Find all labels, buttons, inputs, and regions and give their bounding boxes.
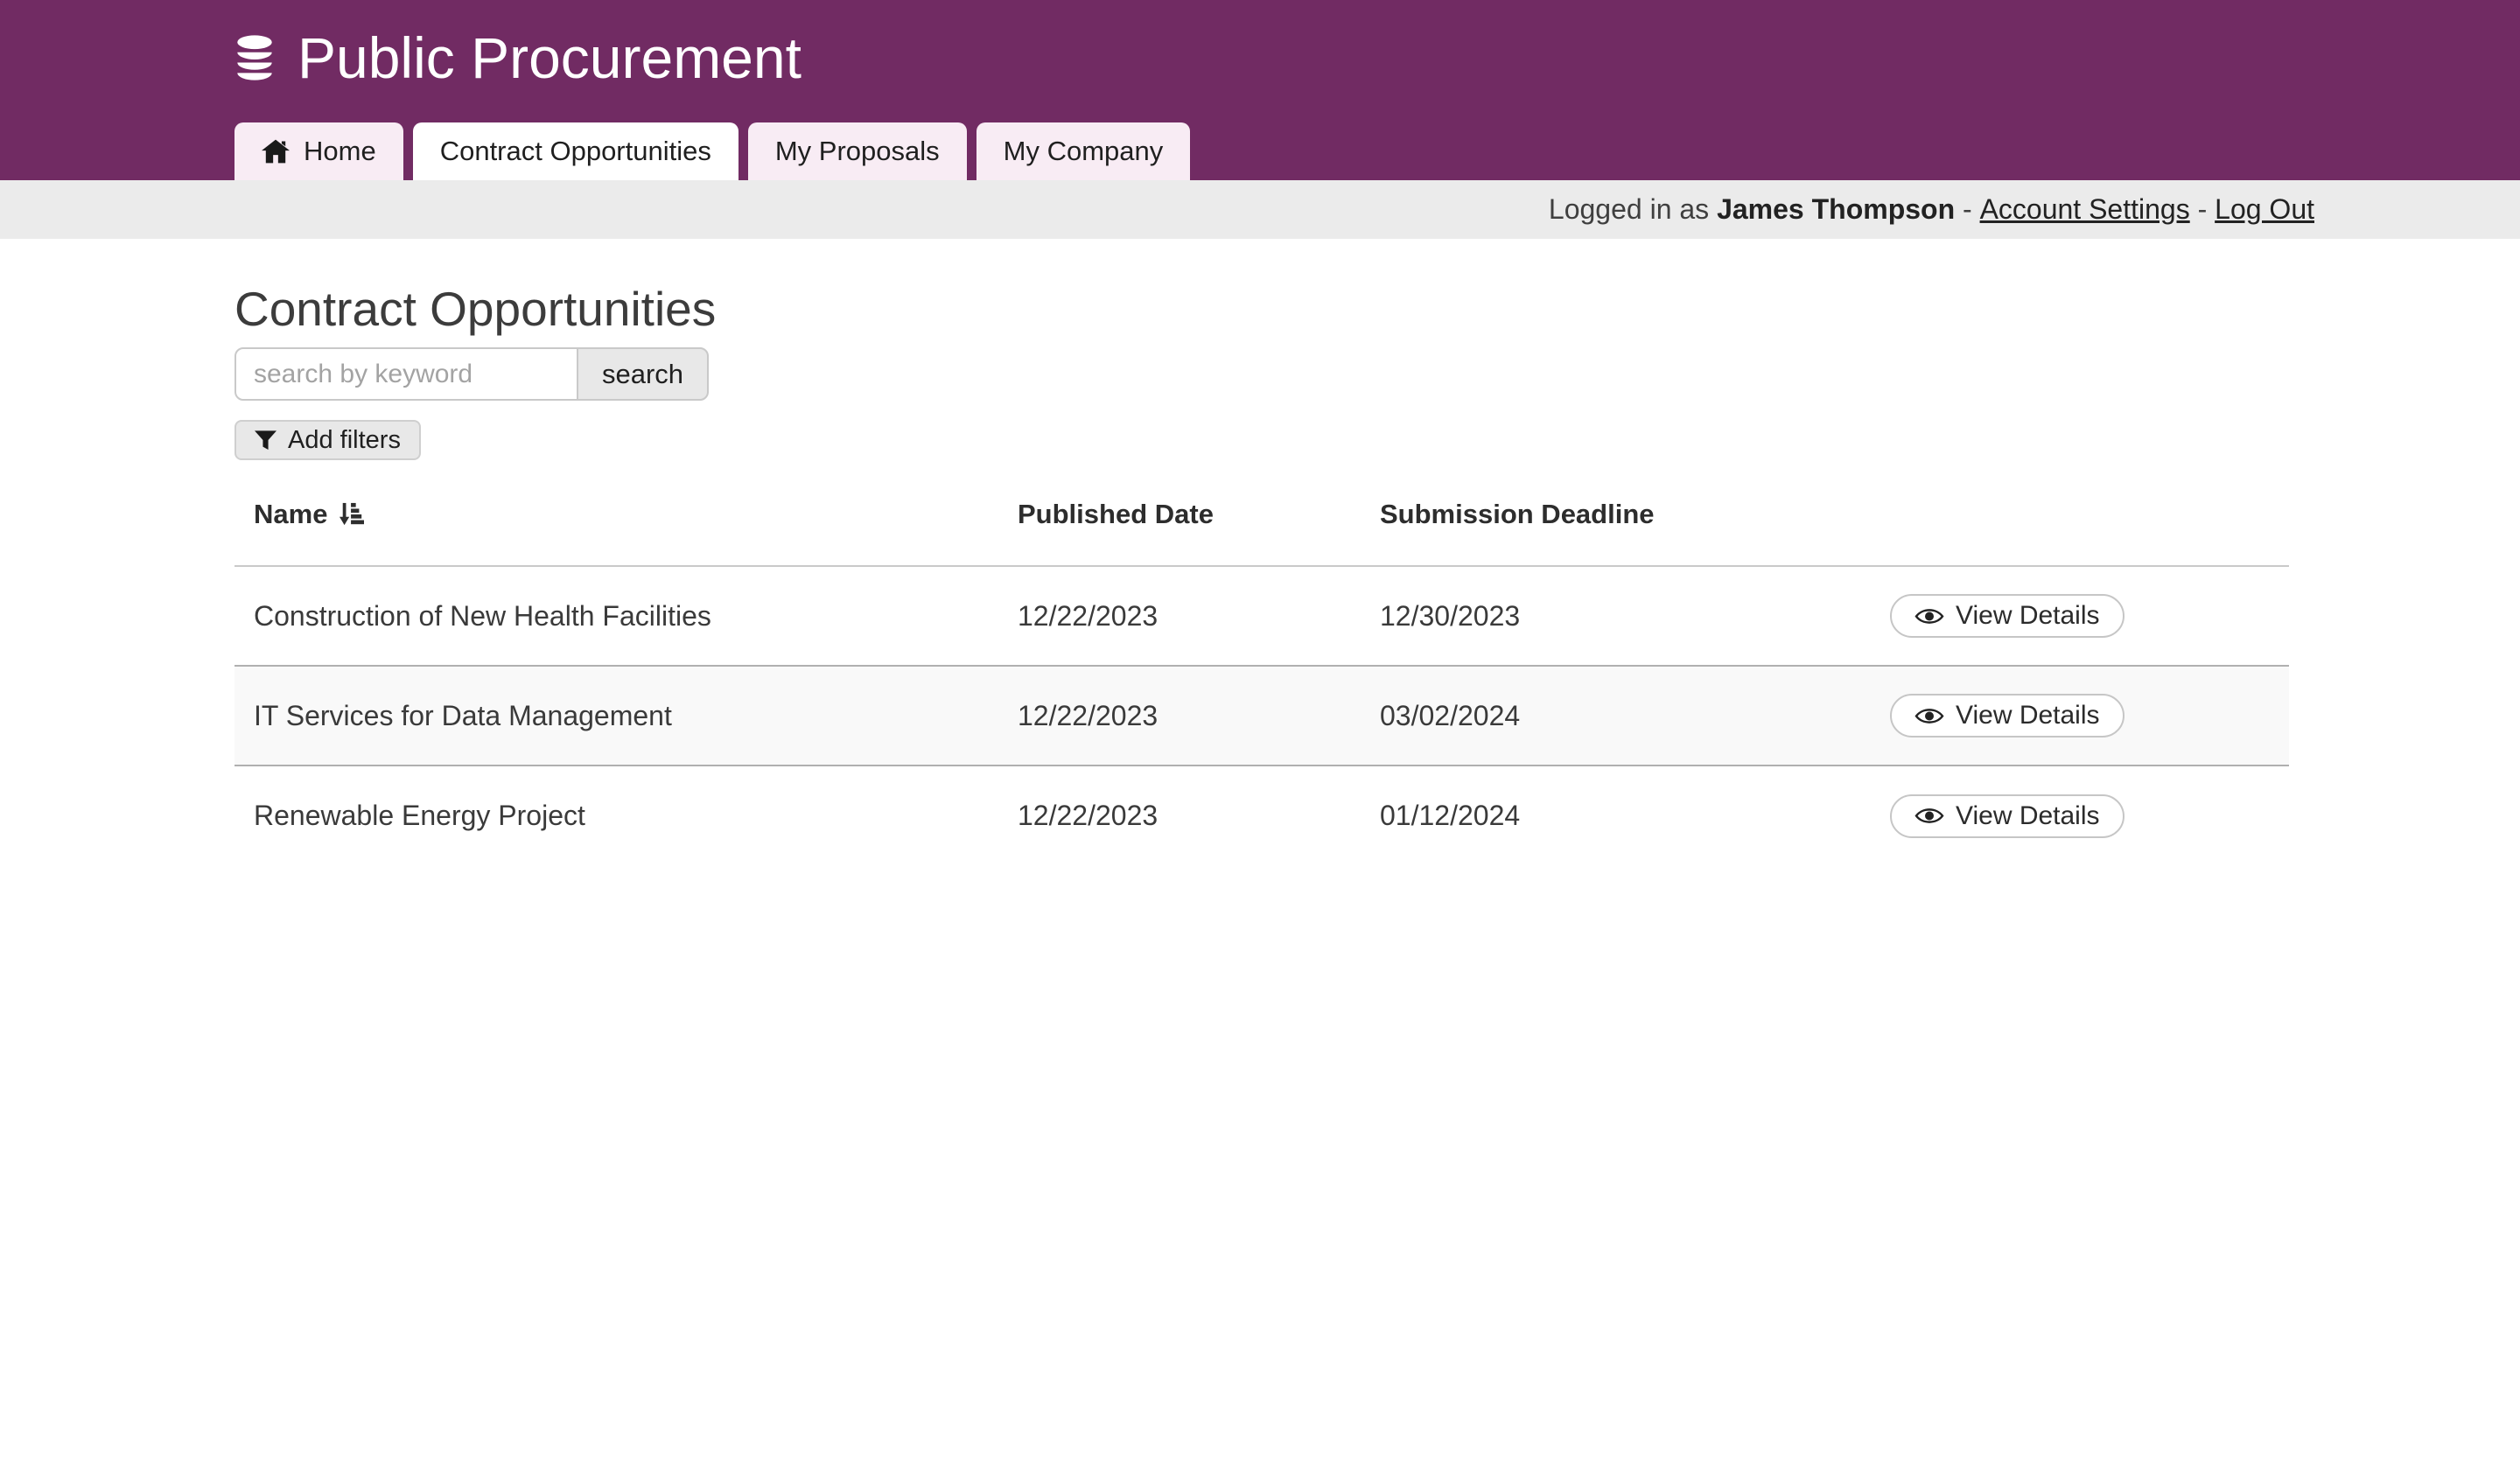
session-bar: Logged in as James Thompson - Account Se…	[0, 180, 2520, 239]
column-header-submission-deadline: Submission Deadline	[1361, 499, 1829, 566]
table-row: Construction of New Health Facilities 12…	[234, 566, 2289, 666]
app-title: Public Procurement	[298, 26, 802, 89]
search-button[interactable]: search	[577, 347, 709, 401]
opportunity-name: Construction of New Health Facilities	[234, 566, 998, 666]
table-header-row: Name Published Date Submission Deadline	[234, 499, 2289, 566]
add-filters-label: Add filters	[288, 426, 401, 455]
separator: -	[2190, 193, 2215, 226]
table-row: IT Services for Data Management 12/22/20…	[234, 666, 2289, 765]
actions-cell: View Details	[1829, 666, 2289, 765]
eye-icon	[1914, 606, 1944, 626]
user-name: James Thompson	[1717, 193, 1955, 226]
main-nav: Home Contract Opportunities My Proposals…	[234, 122, 2520, 180]
brand: Public Procurement	[234, 0, 2520, 91]
tab-label: Home	[304, 136, 376, 167]
tab-contract-opportunities[interactable]: Contract Opportunities	[413, 122, 738, 180]
opportunity-name: Renewable Energy Project	[234, 765, 998, 865]
main-content: Contract Opportunities search Add filter…	[234, 280, 2289, 865]
search-input[interactable]	[234, 347, 578, 401]
tab-label: My Company	[1004, 136, 1164, 167]
tab-label: My Proposals	[775, 136, 940, 167]
opportunity-name: IT Services for Data Management	[234, 666, 998, 765]
logged-in-prefix: Logged in as	[1549, 193, 1717, 226]
table-row: Renewable Energy Project 12/22/2023 01/1…	[234, 765, 2289, 865]
view-details-button[interactable]: View Details	[1890, 794, 2124, 838]
actions-cell: View Details	[1829, 566, 2289, 666]
opportunities-table: Name Published Date Submission Deadline …	[234, 499, 2289, 865]
tab-my-company[interactable]: My Company	[976, 122, 1191, 180]
submission-deadline: 01/12/2024	[1361, 765, 1829, 865]
column-header-name[interactable]: Name	[234, 499, 998, 566]
actions-cell: View Details	[1829, 765, 2289, 865]
tab-my-proposals[interactable]: My Proposals	[748, 122, 967, 180]
separator: -	[1955, 193, 1979, 226]
account-settings-link[interactable]: Account Settings	[1980, 193, 2190, 226]
published-date: 12/22/2023	[998, 666, 1361, 765]
search-row: search	[234, 347, 2289, 401]
published-date: 12/22/2023	[998, 765, 1361, 865]
view-details-button[interactable]: View Details	[1890, 594, 2124, 638]
tab-home[interactable]: Home	[234, 122, 403, 180]
log-out-link[interactable]: Log Out	[2215, 193, 2314, 226]
eye-icon	[1914, 706, 1944, 726]
column-header-published-date: Published Date	[998, 499, 1361, 566]
database-icon	[234, 35, 275, 80]
home-icon	[262, 139, 290, 164]
tab-label: Contract Opportunities	[440, 136, 711, 167]
add-filters-button[interactable]: Add filters	[234, 420, 421, 460]
published-date: 12/22/2023	[998, 566, 1361, 666]
filter-icon	[255, 430, 276, 451]
sort-amount-down-icon	[340, 501, 364, 528]
view-details-button[interactable]: View Details	[1890, 694, 2124, 738]
submission-deadline: 03/02/2024	[1361, 666, 1829, 765]
eye-icon	[1914, 806, 1944, 826]
submission-deadline: 12/30/2023	[1361, 566, 1829, 666]
page-title: Contract Opportunities	[234, 280, 2289, 338]
app-header: Public Procurement Home Contract Opportu…	[0, 0, 2520, 180]
column-header-actions	[1829, 499, 2289, 566]
